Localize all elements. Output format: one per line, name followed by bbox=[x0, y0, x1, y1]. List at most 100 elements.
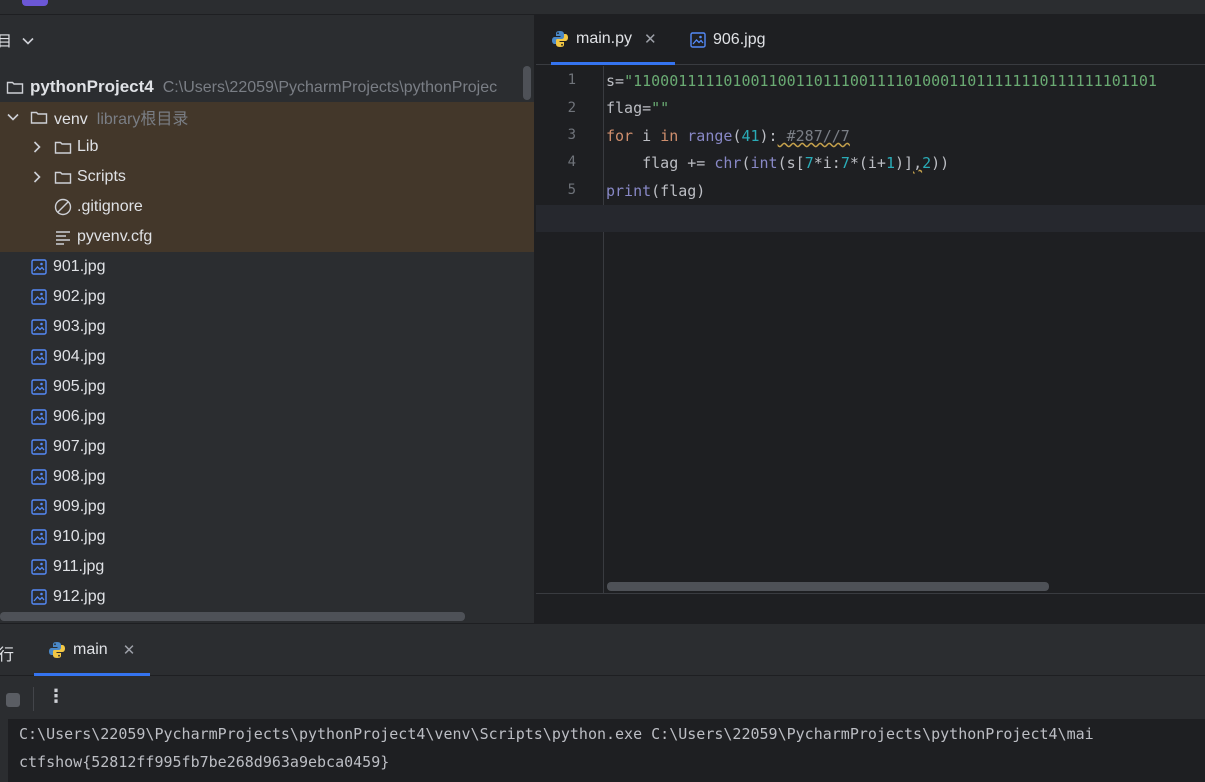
code-line[interactable]: print(flag) bbox=[606, 178, 705, 205]
code-line[interactable]: s="1100011111010011001101110011110100011… bbox=[606, 68, 1157, 95]
image-file-icon bbox=[30, 378, 48, 396]
tree-item-label: .gitignore bbox=[77, 198, 143, 215]
python-icon bbox=[48, 641, 66, 659]
editor-tab-bar: main.py ✕ 906.jpg bbox=[536, 15, 1205, 65]
image-file-icon bbox=[30, 528, 48, 546]
tree-item-label: Scripts bbox=[77, 168, 126, 185]
chevron-right-icon[interactable] bbox=[30, 170, 44, 184]
run-panel-header: 行 main ✕ bbox=[0, 624, 1205, 676]
editor-horizontal-scrollbar[interactable] bbox=[607, 582, 1049, 591]
tree-item-label: 902.jpg bbox=[53, 288, 106, 305]
image-file-icon bbox=[30, 468, 48, 486]
folder-icon bbox=[6, 78, 24, 96]
tab-906-jpg[interactable]: 906.jpg bbox=[690, 15, 766, 65]
console-output[interactable]: C:\Users\22059\PycharmProjects\pythonPro… bbox=[8, 719, 1205, 782]
code-token: for bbox=[606, 127, 634, 145]
code-token: 7 bbox=[840, 154, 850, 172]
tree-item-label: Lib bbox=[77, 138, 99, 155]
code-token: i bbox=[633, 127, 661, 145]
console-line: ctfshow{52812ff995fb7be268d963a9ebca0459… bbox=[19, 753, 390, 771]
code-token: s= bbox=[606, 72, 625, 90]
tree-item-jpg[interactable]: 903.jpg bbox=[0, 312, 534, 342]
image-file-icon bbox=[30, 348, 48, 366]
line-number: 2 bbox=[567, 100, 576, 116]
editor-pane: main.py ✕ 906.jpg 1 2 3 4 5 6 s="1100011… bbox=[536, 15, 1205, 623]
tree-item-venv[interactable]: venv library根目录 bbox=[0, 102, 534, 132]
tree-item-jpg[interactable]: 910.jpg bbox=[0, 522, 534, 552]
code-token: "" bbox=[651, 99, 670, 117]
active-tab-indicator bbox=[34, 673, 150, 676]
project-horizontal-scrollbar[interactable] bbox=[0, 612, 465, 621]
code-line[interactable]: flag="" bbox=[606, 95, 669, 122]
tree-item-label: pyvenv.cfg bbox=[77, 228, 153, 245]
tree-item-label: venv bbox=[54, 111, 88, 128]
tree-item-label: 909.jpg bbox=[53, 498, 106, 515]
tree-item-label: 912.jpg bbox=[53, 588, 106, 605]
tree-item-label: 904.jpg bbox=[53, 348, 106, 365]
project-vertical-scrollbar[interactable] bbox=[523, 66, 531, 100]
tree-item-label: pythonProject4 bbox=[30, 77, 154, 96]
close-icon[interactable]: ✕ bbox=[123, 641, 136, 659]
image-file-icon bbox=[30, 258, 48, 276]
chevron-down-icon[interactable] bbox=[6, 110, 20, 124]
ide-window: 目 pythonProject4 C:\Users\22059\PycharmPr… bbox=[0, 0, 1205, 782]
folder-icon bbox=[54, 138, 72, 156]
python-icon bbox=[551, 30, 569, 48]
code-area[interactable]: s="1100011111010011001101110011110100011… bbox=[605, 66, 1205, 596]
tree-item-pythonproject4[interactable]: pythonProject4 C:\Users\22059\PycharmProj… bbox=[0, 72, 534, 102]
chevron-right-icon[interactable] bbox=[30, 140, 44, 154]
project-view-title: 目 bbox=[0, 32, 13, 50]
code-token: *i: bbox=[813, 154, 841, 172]
tree-item-jpg[interactable]: 902.jpg bbox=[0, 282, 534, 312]
tree-item-jpg[interactable]: 905.jpg bbox=[0, 372, 534, 402]
code-token: int bbox=[750, 154, 778, 172]
editor-bottom-strip bbox=[536, 593, 1205, 623]
more-options-icon[interactable]: ⋮ bbox=[47, 686, 65, 707]
tree-item-scripts[interactable]: Scripts bbox=[0, 162, 534, 192]
project-panel-header[interactable]: 目 bbox=[0, 15, 534, 65]
image-file-icon bbox=[30, 588, 48, 606]
code-token: , bbox=[913, 154, 923, 172]
tree-item-pyvenv-cfg[interactable]: pyvenv.cfg bbox=[0, 222, 534, 252]
tree-item-jpg[interactable]: 911.jpg bbox=[0, 552, 534, 582]
tree-item-jpg[interactable]: 901.jpg bbox=[0, 252, 534, 282]
stop-icon[interactable] bbox=[6, 693, 20, 707]
tree-item-label: 903.jpg bbox=[53, 318, 106, 335]
code-token: ( bbox=[741, 154, 751, 172]
line-number-gutter: 1 2 3 4 5 6 bbox=[536, 66, 604, 623]
tree-item-jpg[interactable]: 907.jpg bbox=[0, 432, 534, 462]
tree-item-gitignore[interactable]: .gitignore bbox=[0, 192, 534, 222]
tree-item-jpg[interactable]: 904.jpg bbox=[0, 342, 534, 372]
run-panel-title: 行 bbox=[0, 647, 15, 664]
close-icon[interactable]: ✕ bbox=[644, 30, 657, 48]
image-file-icon bbox=[690, 32, 706, 48]
tree-item-jpg[interactable]: 908.jpg bbox=[0, 462, 534, 492]
tab-label: main.py bbox=[576, 29, 633, 47]
chevron-down-icon[interactable] bbox=[22, 32, 34, 49]
tree-item-label: 906.jpg bbox=[53, 408, 106, 425]
tab-main-py[interactable]: main.py ✕ bbox=[551, 15, 675, 65]
tree-item-jpg[interactable]: 906.jpg bbox=[0, 402, 534, 432]
tree-item-jpg[interactable]: 912.jpg bbox=[0, 582, 534, 612]
code-token: chr bbox=[714, 154, 742, 172]
code-token: print bbox=[606, 182, 652, 200]
code-token: *(i+ bbox=[849, 154, 886, 172]
tab-run-main[interactable]: main ✕ bbox=[48, 624, 135, 676]
text-file-icon bbox=[54, 228, 72, 246]
app-logo-icon bbox=[22, 0, 48, 6]
title-bar bbox=[0, 0, 1205, 15]
code-line[interactable]: for i in range(41): #287//7 bbox=[606, 123, 850, 150]
ignore-file-icon bbox=[54, 198, 72, 216]
code-token: )] bbox=[895, 154, 914, 172]
tree-item-lib[interactable]: Lib bbox=[0, 132, 534, 162]
line-number: 3 bbox=[567, 127, 576, 143]
tree-item-label: 907.jpg bbox=[53, 438, 106, 455]
code-line[interactable]: flag += chr(int(s[7*i:7*(i+1)],2)) bbox=[606, 150, 949, 177]
tree-item-label: 905.jpg bbox=[53, 378, 106, 395]
code-token: 2 bbox=[922, 154, 932, 172]
image-file-icon bbox=[30, 498, 48, 516]
image-file-icon bbox=[30, 558, 48, 576]
image-file-icon bbox=[30, 438, 48, 456]
tree-item-jpg[interactable]: 909.jpg bbox=[0, 492, 534, 522]
line-number: 1 bbox=[567, 72, 576, 88]
